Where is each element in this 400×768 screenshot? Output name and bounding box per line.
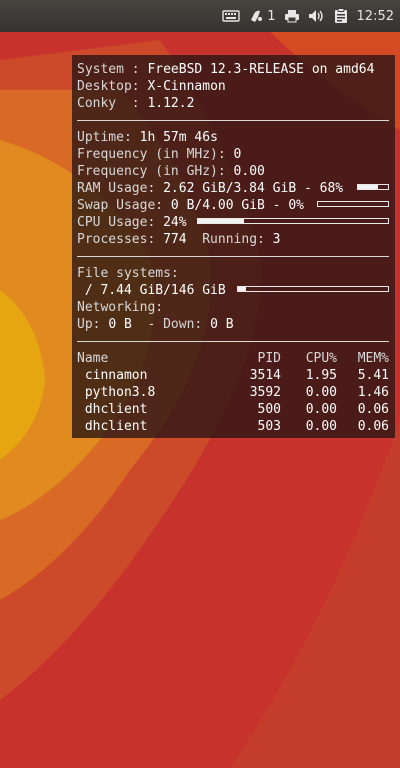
separator xyxy=(77,256,389,257)
uptime-value: 1h 57m 46s xyxy=(139,130,218,145)
uptime-line: Uptime: 1h 57m 46s xyxy=(77,129,390,146)
system-value: FreeBSD 12.3-RELEASE on amd64 xyxy=(147,62,375,77)
process-mem: 0.06 xyxy=(357,419,389,434)
cpu-usage-line: CPU Usage: 24% xyxy=(77,214,390,231)
root-filesystem-bar xyxy=(237,286,389,292)
ram-usage-bar xyxy=(357,184,389,190)
ram-usage-label: RAM Usage: xyxy=(77,181,164,196)
frequency-ghz-value: 0.00 xyxy=(233,164,265,179)
network-down-label: - Down: xyxy=(131,317,211,332)
top-panel: 1 12:52 xyxy=(0,0,400,32)
root-filesystem-prefix: / xyxy=(77,283,101,298)
cpu-usage-bar-fill xyxy=(198,219,244,223)
networking-heading: Networking: xyxy=(77,299,390,316)
swap-usage-value: 0 B/4.00 GiB - 0% xyxy=(170,198,304,213)
process-cpu: 0.00 xyxy=(305,385,337,400)
file-systems-label: File systems: xyxy=(77,266,179,281)
column-header-cpu: CPU% xyxy=(305,351,337,366)
printer-icon[interactable] xyxy=(284,0,300,32)
system-label: System : xyxy=(77,62,148,77)
keyboard-icon[interactable] xyxy=(222,0,240,32)
running-label: Running: xyxy=(186,232,273,247)
process-name: dhclient xyxy=(77,402,148,417)
panel-clock[interactable]: 12:52 xyxy=(357,9,394,24)
process-name: cinnamon xyxy=(77,368,148,383)
ram-usage-bar-fill xyxy=(358,185,379,189)
conky-system-monitor: System : FreeBSD 12.3-RELEASE on amd64 D… xyxy=(72,55,395,438)
process-row: dhclient 503 0.00 0.06 xyxy=(77,418,390,435)
process-pid: 3514 xyxy=(249,368,281,383)
clipboard-icon[interactable] xyxy=(334,0,348,32)
notification-count: 1 xyxy=(267,8,276,24)
cpu-usage-label: CPU Usage: xyxy=(77,215,164,230)
desktop: 1 12:52 System: FreeBSD 12.3-RELEASE on… xyxy=(0,0,400,768)
root-filesystem-value: 7.44 GiB/146 GiB xyxy=(100,283,226,298)
desktop-value: X-Cinnamon xyxy=(147,79,226,94)
conky-version-value: 1.12.2 xyxy=(147,96,195,111)
process-mem: 5.41 xyxy=(357,368,389,383)
process-row: python3.8 3592 0.00 1.46 xyxy=(77,384,390,401)
processes-line: Processes: 774 Running: 3 xyxy=(77,231,390,248)
root-filesystem-bar-fill xyxy=(238,287,246,291)
process-name: python3.8 xyxy=(77,385,156,400)
swap-usage-label: Swap Usage: xyxy=(77,198,171,213)
processes-value: 774 xyxy=(163,232,187,247)
cpu-usage-value: 24% xyxy=(163,215,187,230)
swap-usage-line: Swap Usage: 0 B/4.00 GiB - 0% xyxy=(77,197,390,214)
file-systems-heading: File systems: xyxy=(77,265,390,282)
frequency-ghz-label: Frequency (in GHz): xyxy=(77,164,234,179)
process-mem: 0.06 xyxy=(357,402,389,417)
process-name: dhclient xyxy=(77,419,148,434)
processes-label: Processes: xyxy=(77,232,164,247)
network-traffic-line: Up: 0 B - Down: 0 B xyxy=(77,316,390,333)
process-pid: 500 xyxy=(257,402,281,417)
frequency-mhz-value: 0 xyxy=(233,147,242,162)
notification-icon xyxy=(248,8,264,24)
column-header-pid: PID xyxy=(257,351,281,366)
running-value: 3 xyxy=(272,232,281,247)
column-header-mem: MEM% xyxy=(357,351,389,366)
conky-version-line: Conky : 1.12.2 xyxy=(77,95,390,112)
swap-usage-bar xyxy=(317,201,389,207)
process-row: dhclient 500 0.00 0.06 xyxy=(77,401,390,418)
network-up-label: Up: xyxy=(77,317,109,332)
network-up-value: 0 B xyxy=(108,317,132,332)
conky-label: Conky : xyxy=(77,96,148,111)
separator xyxy=(77,341,389,342)
separator xyxy=(77,120,389,121)
frequency-ghz-line: Frequency (in GHz): 0.00 xyxy=(77,163,390,180)
desktop-line: Desktop: X-Cinnamon xyxy=(77,78,390,95)
root-filesystem-line: / 7.44 GiB/146 GiB xyxy=(77,282,390,299)
process-pid: 3592 xyxy=(249,385,281,400)
process-cpu: 0.00 xyxy=(305,402,337,417)
process-mem: 1.46 xyxy=(357,385,389,400)
notification-tray[interactable]: 1 xyxy=(248,0,276,32)
process-pid: 503 xyxy=(257,419,281,434)
process-row: cinnamon 3514 1.95 5.41 xyxy=(77,367,390,384)
column-header-name: Name xyxy=(77,351,109,366)
desktop-label: Desktop: xyxy=(77,79,148,94)
process-table-header: Name PID CPU% MEM% xyxy=(77,350,390,367)
system-line: System : FreeBSD 12.3-RELEASE on amd64 xyxy=(77,61,390,78)
frequency-mhz-line: Frequency (in MHz): 0 xyxy=(77,146,390,163)
ram-usage-value: 2.62 GiB/3.84 GiB - 68% xyxy=(163,181,344,196)
networking-label: Networking: xyxy=(77,300,164,315)
uptime-label: Uptime: xyxy=(77,130,140,145)
cpu-usage-bar xyxy=(197,218,389,224)
ram-usage-line: RAM Usage: 2.62 GiB/3.84 GiB - 68% xyxy=(77,180,390,197)
process-cpu: 0.00 xyxy=(305,419,337,434)
volume-icon[interactable] xyxy=(308,0,326,32)
process-cpu: 1.95 xyxy=(305,368,337,383)
frequency-mhz-label: Frequency (in MHz): xyxy=(77,147,234,162)
network-down-value: 0 B xyxy=(210,317,234,332)
